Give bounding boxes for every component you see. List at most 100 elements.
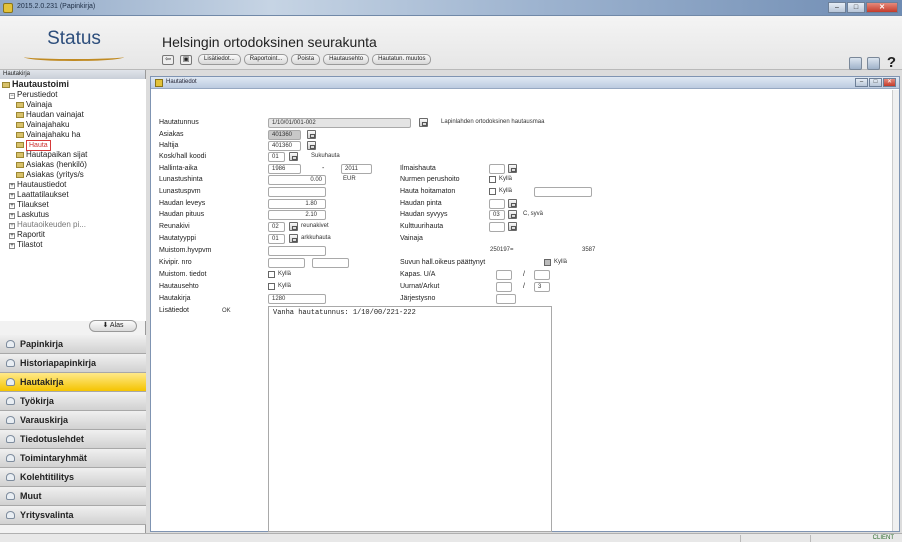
hautatunnus-field[interactable]: 1/10/01/001-002 bbox=[268, 118, 411, 128]
nav-hautakirja[interactable]: Hautakirja bbox=[0, 373, 146, 392]
nav-muut[interactable]: Muut bbox=[0, 487, 146, 506]
tree-item-perustiedot[interactable]: − Perustiedot bbox=[9, 90, 57, 99]
expand-icon[interactable]: + bbox=[9, 233, 15, 239]
tree-item-hautapaikan-sijat[interactable]: Hautapaikan sijat bbox=[16, 150, 87, 159]
lisatiedot-textarea[interactable]: Vanha hautatunnus: 1/10/00/221-222 bbox=[268, 306, 552, 532]
nav-label: Historiapapinkirja bbox=[20, 358, 97, 368]
hautatun-muutos-button[interactable]: Hautatun. muutos bbox=[372, 54, 432, 65]
reunakivi-lookup-button[interactable] bbox=[289, 222, 298, 231]
haudan-pinta-lookup-button[interactable] bbox=[508, 199, 517, 208]
tree-root[interactable]: Hautaustoimi bbox=[2, 80, 69, 89]
kulttuurihauta-lookup-button[interactable] bbox=[508, 222, 517, 231]
lunastuspvm-field[interactable] bbox=[268, 187, 326, 197]
nav-varauskirja[interactable]: Varauskirja bbox=[0, 411, 146, 430]
muistom-tiedot-checkbox[interactable] bbox=[268, 271, 275, 278]
tree-item-laattatilaukset[interactable]: + Laattatilaukset bbox=[9, 190, 69, 199]
tree-item-hauta[interactable]: Hauta bbox=[16, 140, 51, 151]
haudan-syvyys-field[interactable]: 03 bbox=[489, 210, 505, 220]
expand-icon[interactable]: + bbox=[9, 213, 15, 219]
vainaja-ref-a: 250197= bbox=[490, 247, 514, 253]
hauta-hoitamaton-checkbox[interactable] bbox=[489, 188, 496, 195]
hautausehto-button[interactable]: Hautausehto bbox=[323, 54, 370, 65]
uurnat-field[interactable] bbox=[496, 282, 512, 292]
subwindow-close-button[interactable]: ✕ bbox=[883, 78, 896, 87]
ilmaishauta-field[interactable] bbox=[489, 164, 505, 174]
asiakas-field[interactable]: 401360 bbox=[268, 130, 301, 140]
expand-icon[interactable]: + bbox=[9, 183, 15, 189]
muistom-hyvpvm-field[interactable] bbox=[268, 246, 326, 256]
nav-yritysvalinta[interactable]: Yritysvalinta bbox=[0, 506, 146, 525]
tree-item-vainajahaku[interactable]: Vainajahaku bbox=[16, 120, 69, 129]
expand-icon[interactable]: + bbox=[9, 243, 15, 249]
ilmaishauta-lookup-button[interactable] bbox=[508, 164, 517, 173]
expand-icon[interactable]: + bbox=[9, 203, 15, 209]
close-button[interactable]: ✕ bbox=[866, 2, 898, 13]
hautatyyppi-lookup-button[interactable] bbox=[289, 234, 298, 243]
kulttuurihauta-field[interactable] bbox=[489, 222, 505, 232]
haltija-lookup-button[interactable] bbox=[307, 141, 316, 150]
monitor-icon[interactable] bbox=[866, 56, 880, 70]
asiakas-lookup-button[interactable] bbox=[307, 130, 316, 139]
kapas-u-field[interactable] bbox=[496, 270, 512, 280]
nav-kolehtitilitys[interactable]: Kolehtitilitys bbox=[0, 468, 146, 487]
tree-item-hautaoikeuden[interactable]: + Hautaoikeuden pi... bbox=[9, 220, 86, 229]
maximize-button[interactable]: □ bbox=[847, 2, 865, 13]
alas-button[interactable]: ⬇ Alas bbox=[89, 320, 137, 332]
kosk-hall-koodi-field[interactable]: 01 bbox=[268, 152, 285, 162]
jarjestysno-field[interactable] bbox=[496, 294, 516, 304]
tree-item-hautaustiedot[interactable]: + Hautaustiedot bbox=[9, 180, 66, 189]
arkut-field[interactable]: 3 bbox=[534, 282, 550, 292]
tree-item-vainajahaku-ha[interactable]: Vainajahaku ha bbox=[16, 130, 81, 139]
lunastushinta-field[interactable]: 0.00 bbox=[268, 175, 326, 185]
nav-tyokirja[interactable]: Työkirja bbox=[0, 392, 146, 411]
book-icon bbox=[6, 435, 15, 443]
lisatiedot-button[interactable]: Lisätiedot... bbox=[198, 54, 241, 65]
raportointi-button[interactable]: Raportoint... bbox=[243, 54, 289, 65]
hautatunnus-lookup-button[interactable] bbox=[419, 118, 428, 127]
haudan-syvyys-lookup-button[interactable] bbox=[508, 210, 517, 219]
nav-label: Kolehtitilitys bbox=[20, 472, 75, 482]
window-tile-icon[interactable] bbox=[848, 56, 862, 70]
kapas-a-field[interactable] bbox=[534, 270, 550, 280]
tree-item-raportit[interactable]: + Raportit bbox=[9, 230, 45, 239]
back-arrow-icon[interactable]: ⇦ bbox=[162, 54, 174, 65]
tree-item-tilaukset[interactable]: + Tilaukset bbox=[9, 200, 49, 209]
hautausehto-checkbox[interactable] bbox=[268, 283, 275, 290]
haudan-leveys-field[interactable]: 1.80 bbox=[268, 199, 326, 209]
expand-icon[interactable]: + bbox=[9, 193, 15, 199]
save-icon[interactable]: ▣ bbox=[180, 54, 192, 65]
vertical-scrollbar[interactable] bbox=[892, 90, 899, 531]
expand-icon[interactable]: + bbox=[9, 223, 15, 229]
nav-papinkirja[interactable]: Papinkirja bbox=[0, 335, 146, 354]
suvun-hall-oikeus-checkbox[interactable] bbox=[544, 259, 551, 266]
nurmen-perushoito-checkbox[interactable] bbox=[489, 176, 496, 183]
subwindow-minimize-button[interactable]: – bbox=[855, 78, 868, 87]
collapse-icon[interactable]: − bbox=[9, 93, 15, 99]
hautatyyppi-field[interactable]: 01 bbox=[268, 234, 285, 244]
haudan-pituus-field[interactable]: 2.10 bbox=[268, 210, 326, 220]
hautakirja-field[interactable]: 1280 bbox=[268, 294, 326, 304]
hallinta-aika-to-field[interactable]: 2011 bbox=[341, 164, 372, 174]
haltija-field[interactable]: 401360 bbox=[268, 141, 301, 151]
poista-button[interactable]: Poista bbox=[291, 54, 321, 65]
help-icon[interactable]: ? bbox=[887, 55, 896, 70]
kosk-hall-koodi-lookup-button[interactable] bbox=[289, 152, 298, 161]
hauta-hoitamaton-field[interactable] bbox=[534, 187, 592, 197]
minimize-button[interactable]: – bbox=[828, 2, 846, 13]
nav-tiedotuslehdet[interactable]: Tiedotuslehdet bbox=[0, 430, 146, 449]
tree-item-laskutus[interactable]: + Laskutus bbox=[9, 210, 49, 219]
nav-toimintaryhmat[interactable]: Toimintaryhmät bbox=[0, 449, 146, 468]
organization-title: Helsingin ortodoksinen seurakunta bbox=[162, 34, 377, 50]
nav-historiapapinkirja[interactable]: Historiapapinkirja bbox=[0, 354, 146, 373]
kivipir-nro-field-2[interactable] bbox=[312, 258, 349, 268]
kivipir-nro-field[interactable] bbox=[268, 258, 305, 268]
tree-item-vainaja[interactable]: Vainaja bbox=[16, 100, 52, 109]
tree-item-asiakas-yritys[interactable]: Asiakas (yritys/s bbox=[16, 170, 84, 179]
haudan-pinta-field[interactable] bbox=[489, 199, 505, 209]
subwindow-maximize-button[interactable]: □ bbox=[869, 78, 882, 87]
reunakivi-field[interactable]: 02 bbox=[268, 222, 285, 232]
hallinta-aika-from-field[interactable]: 1986 bbox=[268, 164, 301, 174]
tree-item-haudan-vainajat[interactable]: Haudan vainajat bbox=[16, 110, 84, 119]
tree-item-tilastot[interactable]: + Tilastot bbox=[9, 240, 43, 249]
tree-item-asiakas-henkilo[interactable]: Asiakas (henkilö) bbox=[16, 160, 87, 169]
